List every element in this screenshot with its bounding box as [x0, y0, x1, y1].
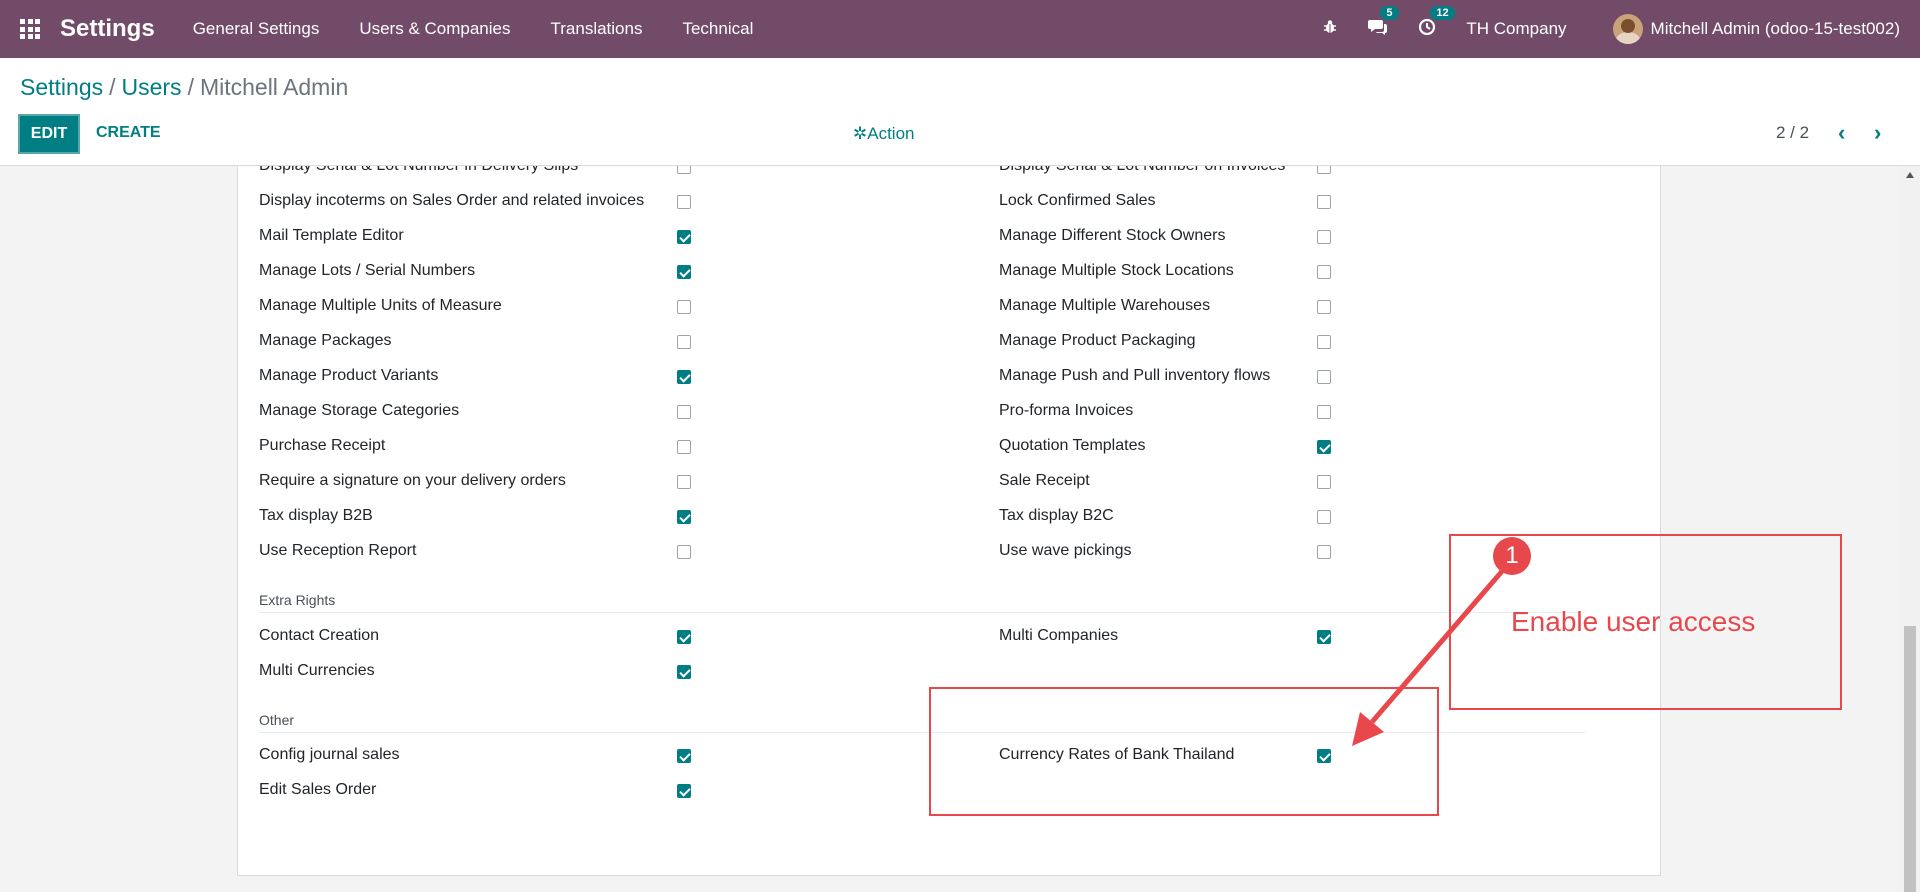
annotation-arrow-icon: [1352, 560, 1512, 746]
annotation-text: Enable user access: [1511, 606, 1756, 637]
annotation-step-badge: 1: [1493, 537, 1531, 575]
